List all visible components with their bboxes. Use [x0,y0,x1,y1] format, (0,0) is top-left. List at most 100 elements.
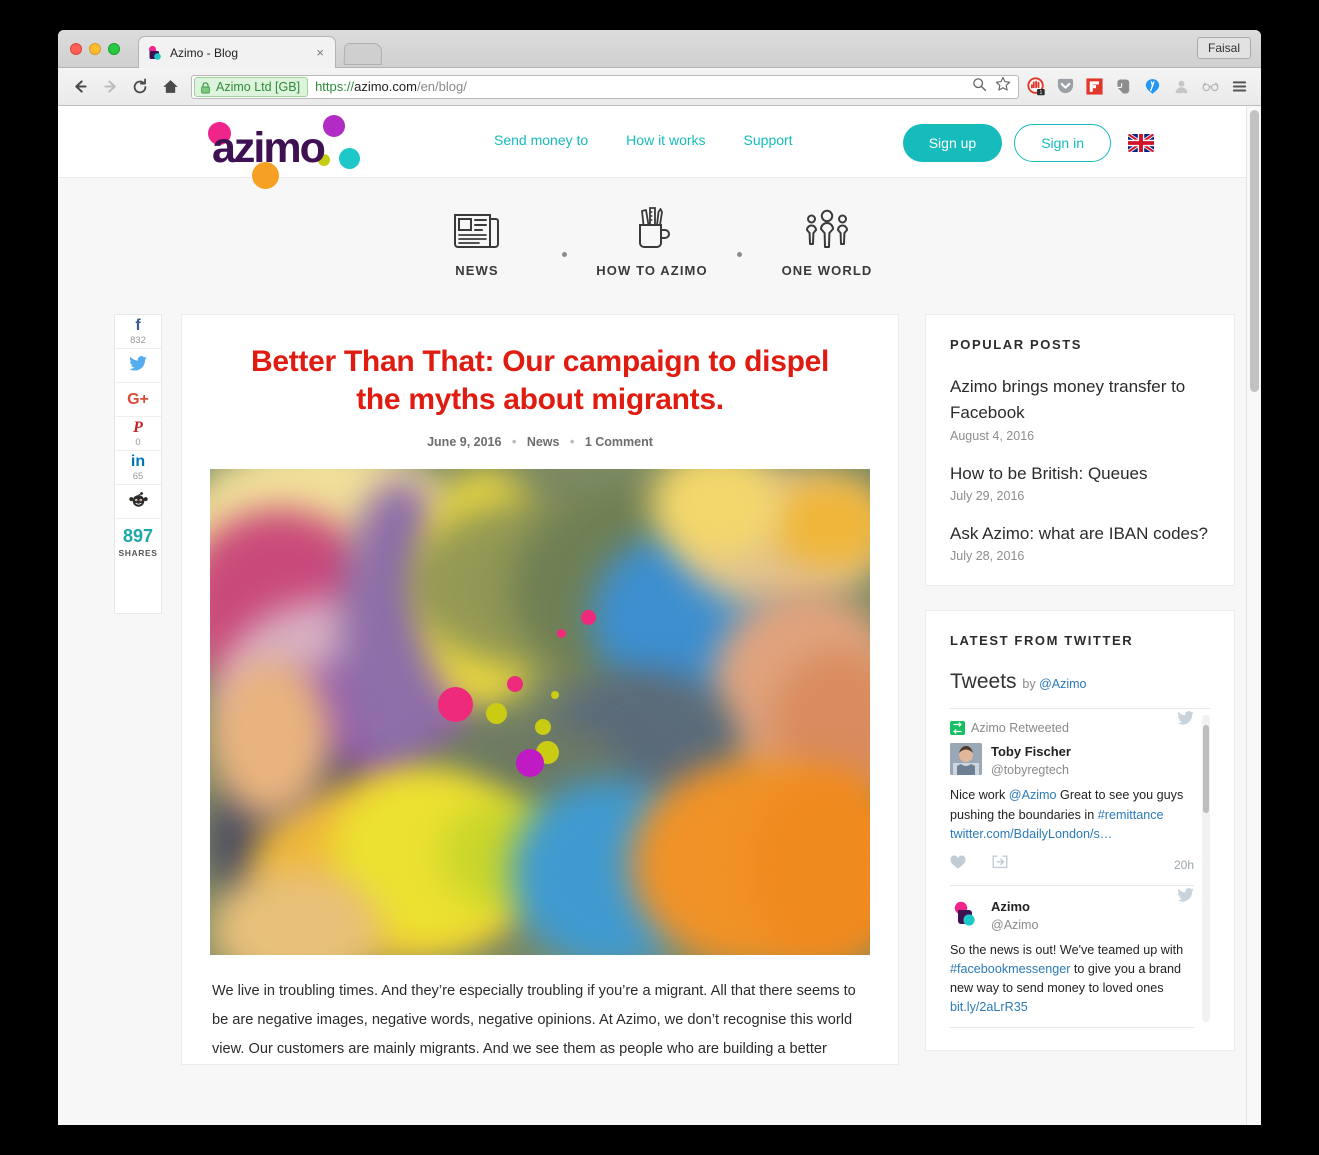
back-icon[interactable] [65,72,95,102]
reload-icon[interactable] [125,72,155,102]
twitter-widget-heading: Tweets by @Azimo [950,670,1210,694]
decor-dot-icon [551,690,559,699]
url-path: /en/blog/ [416,79,467,94]
popular-post-item[interactable]: Azimo brings money transfer to Facebook … [950,374,1210,443]
twitter-scrollbar-thumb[interactable] [1203,725,1209,814]
popular-post-date: July 28, 2016 [950,549,1025,564]
pocket-icon[interactable] [1056,77,1075,96]
twitter-widget-by-label: by [1022,677,1036,692]
three-people-icon [801,198,853,250]
url-host: azimo.com [354,79,417,94]
category-one-world[interactable]: ONE WORLD [742,198,912,278]
category-how-to-azimo[interactable]: HOW TO AZIMO [567,198,737,278]
popular-post-title: How to be British: Queues [950,463,1148,483]
category-news[interactable]: NEWS [392,198,562,278]
zoom-window-button[interactable] [108,43,120,55]
header-actions: Sign up Sign in [902,124,1154,162]
decor-dot-icon [557,628,566,638]
evernote-icon[interactable] [1114,77,1133,96]
site-header: azimo Send money to How it works Support… [58,106,1246,189]
url-scheme: https:// [315,79,355,94]
home-icon[interactable] [155,72,185,102]
linkedin-icon: in [130,452,146,470]
page-title: Better Than That: Our campaign to dispel… [250,345,830,416]
post-comments[interactable]: 1 Comment [585,435,653,449]
new-tab-button[interactable] [343,43,383,65]
popular-post-item[interactable]: Ask Azimo: what are IBAN codes? July 28,… [950,521,1210,563]
twitter-scrollbar-track[interactable] [1202,715,1210,1023]
tweet-hashtag-link[interactable]: #facebookmessenger [950,962,1070,976]
glasses-icon[interactable] [1201,77,1220,96]
category-label: HOW TO AZIMO [596,263,708,278]
social-share-rail: f 832 G+ P 0 in 65 897 SHARES [114,314,162,614]
site-security-badge[interactable]: Azimo Ltd [GB] [194,76,309,97]
yandex-icon[interactable] [1143,77,1162,96]
mug-pens-icon [627,198,677,250]
decor-dot-icon [486,702,507,724]
twitter-card-title: LATEST FROM TWITTER [950,633,1134,649]
share-linkedin-button[interactable]: in 65 [115,451,161,485]
share-total-label: SHARES [118,547,158,558]
like-icon[interactable] [950,855,966,875]
post-category[interactable]: News [527,435,560,449]
nav-link-how-it-works[interactable]: How it works [626,132,705,148]
tweet-item[interactable]: Azimo @Azimo So the news is out! We've t… [950,886,1194,1029]
decor-dot-icon [507,675,523,692]
sign-up-button[interactable]: Sign up [902,124,1003,162]
menu-icon[interactable] [1230,77,1249,96]
share-twitter-button[interactable] [115,349,161,383]
tweet-author-handle: @tobyregtech [991,763,1070,778]
tweet-author[interactable]: Toby Fischer @tobyregtech [950,743,1194,779]
decor-dot-icon [535,718,551,735]
share-pinterest-button[interactable]: P 0 [115,417,161,451]
meta-separator: • [569,434,575,449]
category-label: ONE WORLD [781,263,873,278]
tweet-author[interactable]: Azimo @Azimo [950,887,1194,934]
flipboard-icon[interactable] [1085,77,1104,96]
twitter-timeline[interactable]: Azimo Retweeted Toby Fischer @tobyregtec… [950,708,1210,1029]
uk-flag-icon[interactable] [1128,134,1154,152]
logo-wordmark: azimo [212,124,326,172]
profile-icon[interactable] [1172,77,1191,96]
nav-link-send-money-to[interactable]: Send money to [494,132,588,148]
address-bar[interactable]: Azimo Ltd [GB] https://azimo.com/en/blog… [191,74,1019,99]
minimize-window-button[interactable] [89,43,101,55]
popular-posts-title: POPULAR POSTS [950,337,1083,352]
post-meta: June 9, 2016 • News • 1 Comment [210,435,870,449]
tab-close-icon[interactable]: × [313,46,327,59]
sign-in-button[interactable]: Sign in [1014,124,1111,162]
adblock-icon[interactable]: 1 [1027,77,1046,96]
nav-link-support[interactable]: Support [744,132,793,148]
twitter-bird-icon [1177,711,1194,728]
popular-post-item[interactable]: How to be British: Queues July 29, 2016 [950,461,1210,503]
svg-text:1: 1 [1039,90,1042,96]
retweet-icon [950,721,965,736]
azimo-logo[interactable]: azimo [205,110,370,189]
reply-share-icon[interactable] [992,855,1008,874]
post-body: We live in troubling times. And they’re … [210,955,870,1065]
tweet-author-name: Toby Fischer [991,744,1071,760]
content-area: f 832 G+ P 0 in 65 897 SHARES Better Tha… [58,298,1246,1066]
avatar [950,743,982,776]
post-paragraph: We live in troubling times. And they’re … [212,982,856,1057]
page-scrollbar-thumb[interactable] [1250,110,1259,392]
twitter-bird-icon [1177,887,1194,907]
tweet-text-part: Nice work [950,788,1009,803]
tweet-url-link[interactable]: bit.ly/2aLrR35 [950,1000,1028,1014]
tweet-mention-link[interactable]: @Azimo [1009,788,1057,802]
share-reddit-button[interactable] [115,485,161,519]
close-window-button[interactable] [70,43,82,55]
star-icon[interactable] [995,76,1011,97]
latest-from-twitter-card: LATEST FROM TWITTER Tweets by @Azimo Azi… [925,610,1235,1052]
page-scrollbar-track[interactable] [1246,106,1261,1125]
share-googleplus-button[interactable]: G+ [115,383,161,417]
search-icon[interactable] [972,77,987,97]
browser-profile-chip[interactable]: Faisal [1196,37,1251,59]
tweet-item[interactable]: Azimo Retweeted Toby Fischer @tobyregtec… [950,709,1194,886]
share-facebook-button[interactable]: f 832 [115,315,161,349]
browser-tab[interactable]: Azimo - Blog × [138,36,336,68]
tweet-hashtag-link[interactable]: #remittance [1098,808,1164,822]
forward-icon[interactable] [95,72,125,102]
twitter-widget-handle-link[interactable]: @Azimo [1039,677,1086,691]
tweet-url-link[interactable]: twitter.com/BdailyLondon/s… [950,827,1112,841]
